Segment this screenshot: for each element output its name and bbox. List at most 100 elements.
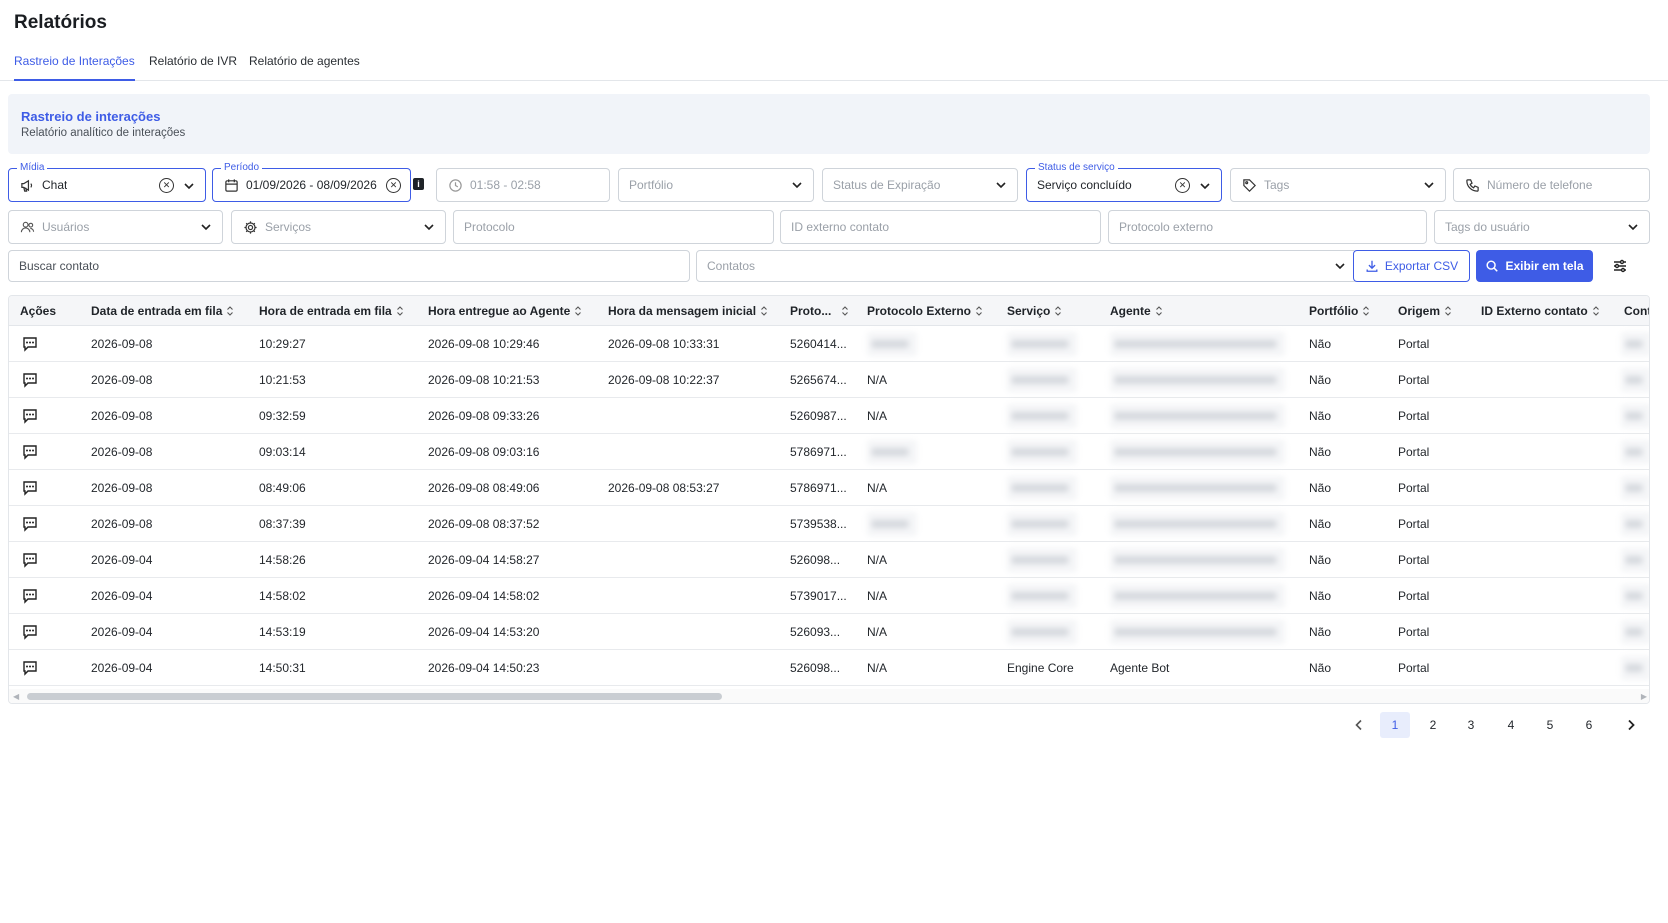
show-on-screen-button[interactable]: Exibir em tela bbox=[1476, 250, 1593, 282]
chat-icon[interactable] bbox=[21, 515, 39, 533]
periodo-picker[interactable]: Período 01/09/2026 - 08/09/2026 ✕ bbox=[212, 161, 411, 202]
chevron-down-icon[interactable] bbox=[790, 178, 804, 192]
col-agente[interactable]: Agente bbox=[1110, 304, 1163, 318]
clear-icon[interactable]: ✕ bbox=[159, 178, 174, 193]
col-portfolio[interactable]: Portfólio bbox=[1309, 304, 1370, 318]
periodo-legend: Período bbox=[221, 161, 263, 174]
sort-icon[interactable] bbox=[1444, 305, 1452, 317]
contatos-select[interactable]: Contatos bbox=[696, 250, 1357, 282]
portfolio-select[interactable]: Portfólio bbox=[618, 168, 814, 202]
cell-protocolo: 5260987... bbox=[790, 409, 847, 423]
scroll-left-icon[interactable]: ◀ bbox=[13, 692, 19, 701]
info-icon[interactable]: i bbox=[413, 178, 424, 190]
cell-data-entrada: 2026-09-04 bbox=[91, 589, 153, 603]
col-protocolo-externo[interactable]: Protocolo Externo bbox=[867, 304, 983, 318]
redacted-cell bbox=[1621, 440, 1649, 464]
midia-select[interactable]: Mídia Chat ✕ bbox=[8, 161, 206, 202]
chat-icon[interactable] bbox=[21, 479, 39, 497]
status-servico-select[interactable]: Status de serviço Serviço concluído ✕ bbox=[1026, 161, 1222, 202]
servicos-select[interactable]: Serviços bbox=[231, 210, 446, 244]
sort-icon[interactable] bbox=[1592, 305, 1600, 317]
cell-origem: Portal bbox=[1398, 661, 1430, 675]
table-row: 2026-09-04 14:58:02 2026-09-04 14:58:02 573… bbox=[9, 578, 1649, 614]
col-data-entrada[interactable]: Data de entrada em fila bbox=[91, 304, 234, 318]
tags-usuario-select[interactable]: Tags do usuário bbox=[1434, 210, 1650, 244]
hora-range-input[interactable]: 01:58 - 02:58 bbox=[436, 168, 610, 202]
sort-icon[interactable] bbox=[396, 305, 404, 317]
cell-protocolo: 526098... bbox=[790, 553, 841, 567]
page-button-6[interactable]: 6 bbox=[1574, 712, 1604, 738]
horizontal-scrollbar[interactable]: ◀ ▶ bbox=[9, 689, 1649, 703]
phone-icon bbox=[1464, 177, 1480, 193]
col-servico[interactable]: Serviço bbox=[1007, 304, 1062, 318]
chat-icon[interactable] bbox=[21, 443, 39, 461]
export-csv-button[interactable]: Exportar CSV bbox=[1353, 250, 1470, 282]
buscar-contato-input[interactable]: Buscar contato bbox=[8, 250, 690, 282]
col-protocolo[interactable]: Proto... bbox=[790, 304, 849, 318]
page-button-2[interactable]: 2 bbox=[1418, 712, 1448, 738]
status-expiracao-select[interactable]: Status de Expiração bbox=[822, 168, 1018, 202]
chat-icon[interactable] bbox=[21, 623, 39, 641]
page-button-3[interactable]: 3 bbox=[1456, 712, 1486, 738]
cell-hora-entrada: 09:03:14 bbox=[259, 445, 306, 459]
telefone-input[interactable]: Número de telefone bbox=[1453, 168, 1650, 202]
banner-subtitle: Relatório analítico de interações bbox=[21, 127, 186, 139]
redacted-cell bbox=[867, 332, 917, 356]
chat-icon[interactable] bbox=[21, 551, 39, 569]
chat-icon[interactable] bbox=[21, 587, 39, 605]
sort-icon[interactable] bbox=[1054, 305, 1062, 317]
col-hora-entrada[interactable]: Hora de entrada em fila bbox=[259, 304, 404, 318]
scroll-right-icon[interactable]: ▶ bbox=[1641, 692, 1647, 701]
sort-icon[interactable] bbox=[841, 305, 849, 317]
tab-relatorio-agentes[interactable]: Relatório de agentes bbox=[249, 54, 360, 81]
protocolo-input[interactable]: Protocolo bbox=[453, 210, 774, 244]
usuarios-select[interactable]: Usuários bbox=[8, 210, 223, 244]
cell-protocolo-externo: N/A bbox=[867, 373, 888, 387]
page-button-1[interactable]: 1 bbox=[1380, 712, 1410, 738]
chevron-down-icon[interactable] bbox=[422, 220, 436, 234]
sort-icon[interactable] bbox=[975, 305, 983, 317]
prev-page-button[interactable] bbox=[1344, 712, 1374, 738]
clear-icon[interactable]: ✕ bbox=[386, 178, 401, 193]
tab-relatorio-ivr[interactable]: Relatório de IVR bbox=[149, 54, 237, 81]
column-settings-button[interactable] bbox=[1604, 250, 1636, 282]
chevron-down-icon[interactable] bbox=[994, 178, 1008, 192]
chat-icon[interactable] bbox=[21, 407, 39, 425]
protocolo-externo-input[interactable]: Protocolo externo bbox=[1108, 210, 1427, 244]
cell-origem: Portal bbox=[1398, 625, 1430, 639]
page-button-4[interactable]: 4 bbox=[1496, 712, 1526, 738]
redacted-cell bbox=[867, 512, 917, 536]
tab-rastreio-interacoes[interactable]: Rastreio de Interações bbox=[14, 54, 135, 81]
next-page-button[interactable] bbox=[1616, 712, 1646, 738]
sort-icon[interactable] bbox=[1362, 305, 1370, 317]
chat-icon[interactable] bbox=[21, 659, 39, 677]
hora-placeholder: 01:58 - 02:58 bbox=[470, 178, 541, 192]
cell-hora-agente: 2026-09-08 10:29:46 bbox=[428, 337, 540, 351]
chevron-down-icon[interactable] bbox=[182, 179, 196, 193]
cell-hora-mensagem: 2026-09-08 10:33:31 bbox=[608, 337, 720, 351]
chat-icon[interactable] bbox=[21, 335, 39, 353]
chevron-down-icon[interactable] bbox=[1198, 179, 1212, 193]
tags-select[interactable]: Tags bbox=[1230, 168, 1446, 202]
sort-icon[interactable] bbox=[760, 305, 768, 317]
clear-icon[interactable]: ✕ bbox=[1175, 178, 1190, 193]
page-button-5[interactable]: 5 bbox=[1535, 712, 1565, 738]
col-hora-agente[interactable]: Hora entregue ao Agente bbox=[428, 304, 582, 318]
sort-icon[interactable] bbox=[226, 305, 234, 317]
sort-icon[interactable] bbox=[1155, 305, 1163, 317]
col-origem[interactable]: Origem bbox=[1398, 304, 1452, 318]
chevron-right-icon bbox=[1628, 719, 1635, 731]
col-id-externo[interactable]: ID Externo contato bbox=[1481, 304, 1600, 318]
cell-protocolo-externo: N/A bbox=[867, 625, 888, 639]
col-hora-mensagem[interactable]: Hora da mensagem inicial bbox=[608, 304, 768, 318]
chevron-down-icon[interactable] bbox=[1333, 259, 1347, 273]
cell-data-entrada: 2026-09-08 bbox=[91, 517, 153, 531]
scrollbar-thumb[interactable] bbox=[27, 693, 722, 700]
chat-icon[interactable] bbox=[21, 371, 39, 389]
chevron-down-icon[interactable] bbox=[1626, 220, 1640, 234]
sort-icon[interactable] bbox=[574, 305, 582, 317]
chevron-down-icon[interactable] bbox=[1422, 178, 1436, 192]
status-expiracao-placeholder: Status de Expiração bbox=[833, 178, 941, 192]
chevron-down-icon[interactable] bbox=[199, 220, 213, 234]
id-externo-input[interactable]: ID externo contato bbox=[780, 210, 1101, 244]
